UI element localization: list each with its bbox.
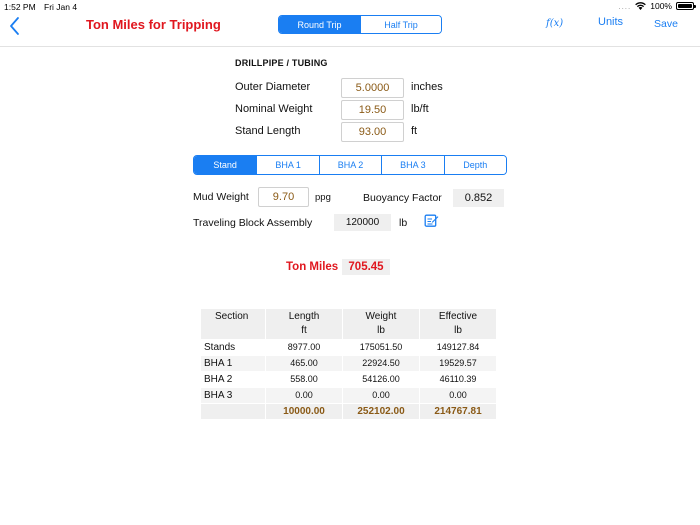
table-row: Stands 8977.00 175051.50 149127.84 bbox=[204, 341, 480, 353]
nominal-weight-row: Nominal Weight 19.50 lb/ft bbox=[235, 100, 495, 120]
results-table: Section Length ft Weight lb Effective lb St… bbox=[201, 309, 498, 419]
table-row: BHA 3 0.00 0.00 0.00 bbox=[201, 387, 498, 403]
mud-weight-unit: ppg bbox=[315, 192, 331, 203]
segment-round-trip[interactable]: Round Trip bbox=[279, 16, 360, 33]
traveling-block-unit: lb bbox=[399, 217, 408, 229]
stand-length-row: Stand Length 93.00 ft bbox=[235, 122, 495, 142]
navigation-bar: Ton Miles for Tripping Round Trip Half T… bbox=[0, 12, 700, 44]
wifi-icon bbox=[635, 2, 647, 10]
mud-weight-label: Mud Weight bbox=[193, 191, 249, 203]
tab-stand[interactable]: Stand bbox=[194, 156, 257, 174]
back-chevron-icon[interactable] bbox=[6, 15, 24, 37]
status-bar: 1:52 PM Fri Jan 4 .... 100% bbox=[0, 0, 700, 12]
trip-type-segmented-control: Round Trip Half Trip bbox=[278, 15, 442, 34]
battery-percent: 100% bbox=[650, 1, 672, 11]
segment-half-trip[interactable]: Half Trip bbox=[360, 16, 441, 33]
nav-divider bbox=[0, 46, 700, 47]
table-row: BHA 1 465.00 22924.50 19529.57 bbox=[201, 355, 498, 371]
stand-length-unit: ft bbox=[411, 125, 418, 137]
table-header: Section Length ft Weight lb Effective lb bbox=[201, 309, 498, 339]
section-segmented-control: Stand BHA 1 BHA 2 BHA 3 Depth bbox=[193, 155, 507, 175]
table-row: BHA 2 558.00 54126.00 46110.39 bbox=[204, 373, 477, 385]
stand-length-input[interactable]: 93.00 bbox=[341, 122, 404, 142]
table-totals-row: 10000.00 252102.00 214767.81 bbox=[201, 403, 498, 419]
save-button[interactable]: Save bbox=[654, 18, 678, 30]
header-section: Section bbox=[201, 309, 265, 339]
nominal-weight-input[interactable]: 19.50 bbox=[341, 100, 404, 120]
drillpipe-heading: DRILLPIPE / TUBING bbox=[235, 58, 328, 68]
units-button[interactable]: Units bbox=[598, 16, 623, 28]
outer-diameter-input[interactable]: 5.0000 bbox=[341, 78, 404, 98]
outer-diameter-unit: inches bbox=[411, 81, 443, 93]
buoyancy-factor-label: Buoyancy Factor bbox=[363, 192, 442, 204]
header-length: Length ft bbox=[266, 309, 342, 339]
outer-diameter-label: Outer Diameter bbox=[235, 81, 311, 93]
stand-length-label: Stand Length bbox=[235, 125, 301, 137]
mud-weight-input[interactable]: 9.70 bbox=[258, 187, 309, 207]
status-right: .... 100% bbox=[618, 1, 696, 11]
edit-icon[interactable] bbox=[424, 213, 439, 228]
nominal-weight-unit: lb/ft bbox=[411, 103, 429, 115]
tab-bha-1[interactable]: BHA 1 bbox=[256, 156, 319, 174]
outer-diameter-row: Outer Diameter 5.0000 inches bbox=[235, 78, 495, 98]
status-date: Fri Jan 4 bbox=[44, 2, 78, 12]
tab-bha-2[interactable]: BHA 2 bbox=[318, 156, 382, 174]
tab-bha-3[interactable]: BHA 3 bbox=[381, 156, 444, 174]
ton-miles-label: Ton Miles bbox=[286, 261, 339, 273]
header-effective: Effective lb bbox=[420, 309, 496, 339]
buoyancy-factor-value: 0.852 bbox=[453, 189, 504, 207]
formula-button[interactable]: f(x) bbox=[546, 18, 563, 29]
header-weight: Weight lb bbox=[343, 309, 419, 339]
nominal-weight-label: Nominal Weight bbox=[235, 103, 313, 115]
traveling-block-label: Traveling Block Assembly bbox=[193, 217, 313, 229]
ton-miles-value: 705.45 bbox=[342, 259, 390, 275]
traveling-block-value: 120000 bbox=[334, 214, 391, 231]
tab-depth[interactable]: Depth bbox=[443, 156, 506, 174]
signal-dots: .... bbox=[618, 1, 632, 11]
page-title: Ton Miles for Tripping bbox=[86, 17, 221, 32]
battery-icon bbox=[676, 2, 696, 10]
status-time: 1:52 PM bbox=[4, 2, 36, 12]
